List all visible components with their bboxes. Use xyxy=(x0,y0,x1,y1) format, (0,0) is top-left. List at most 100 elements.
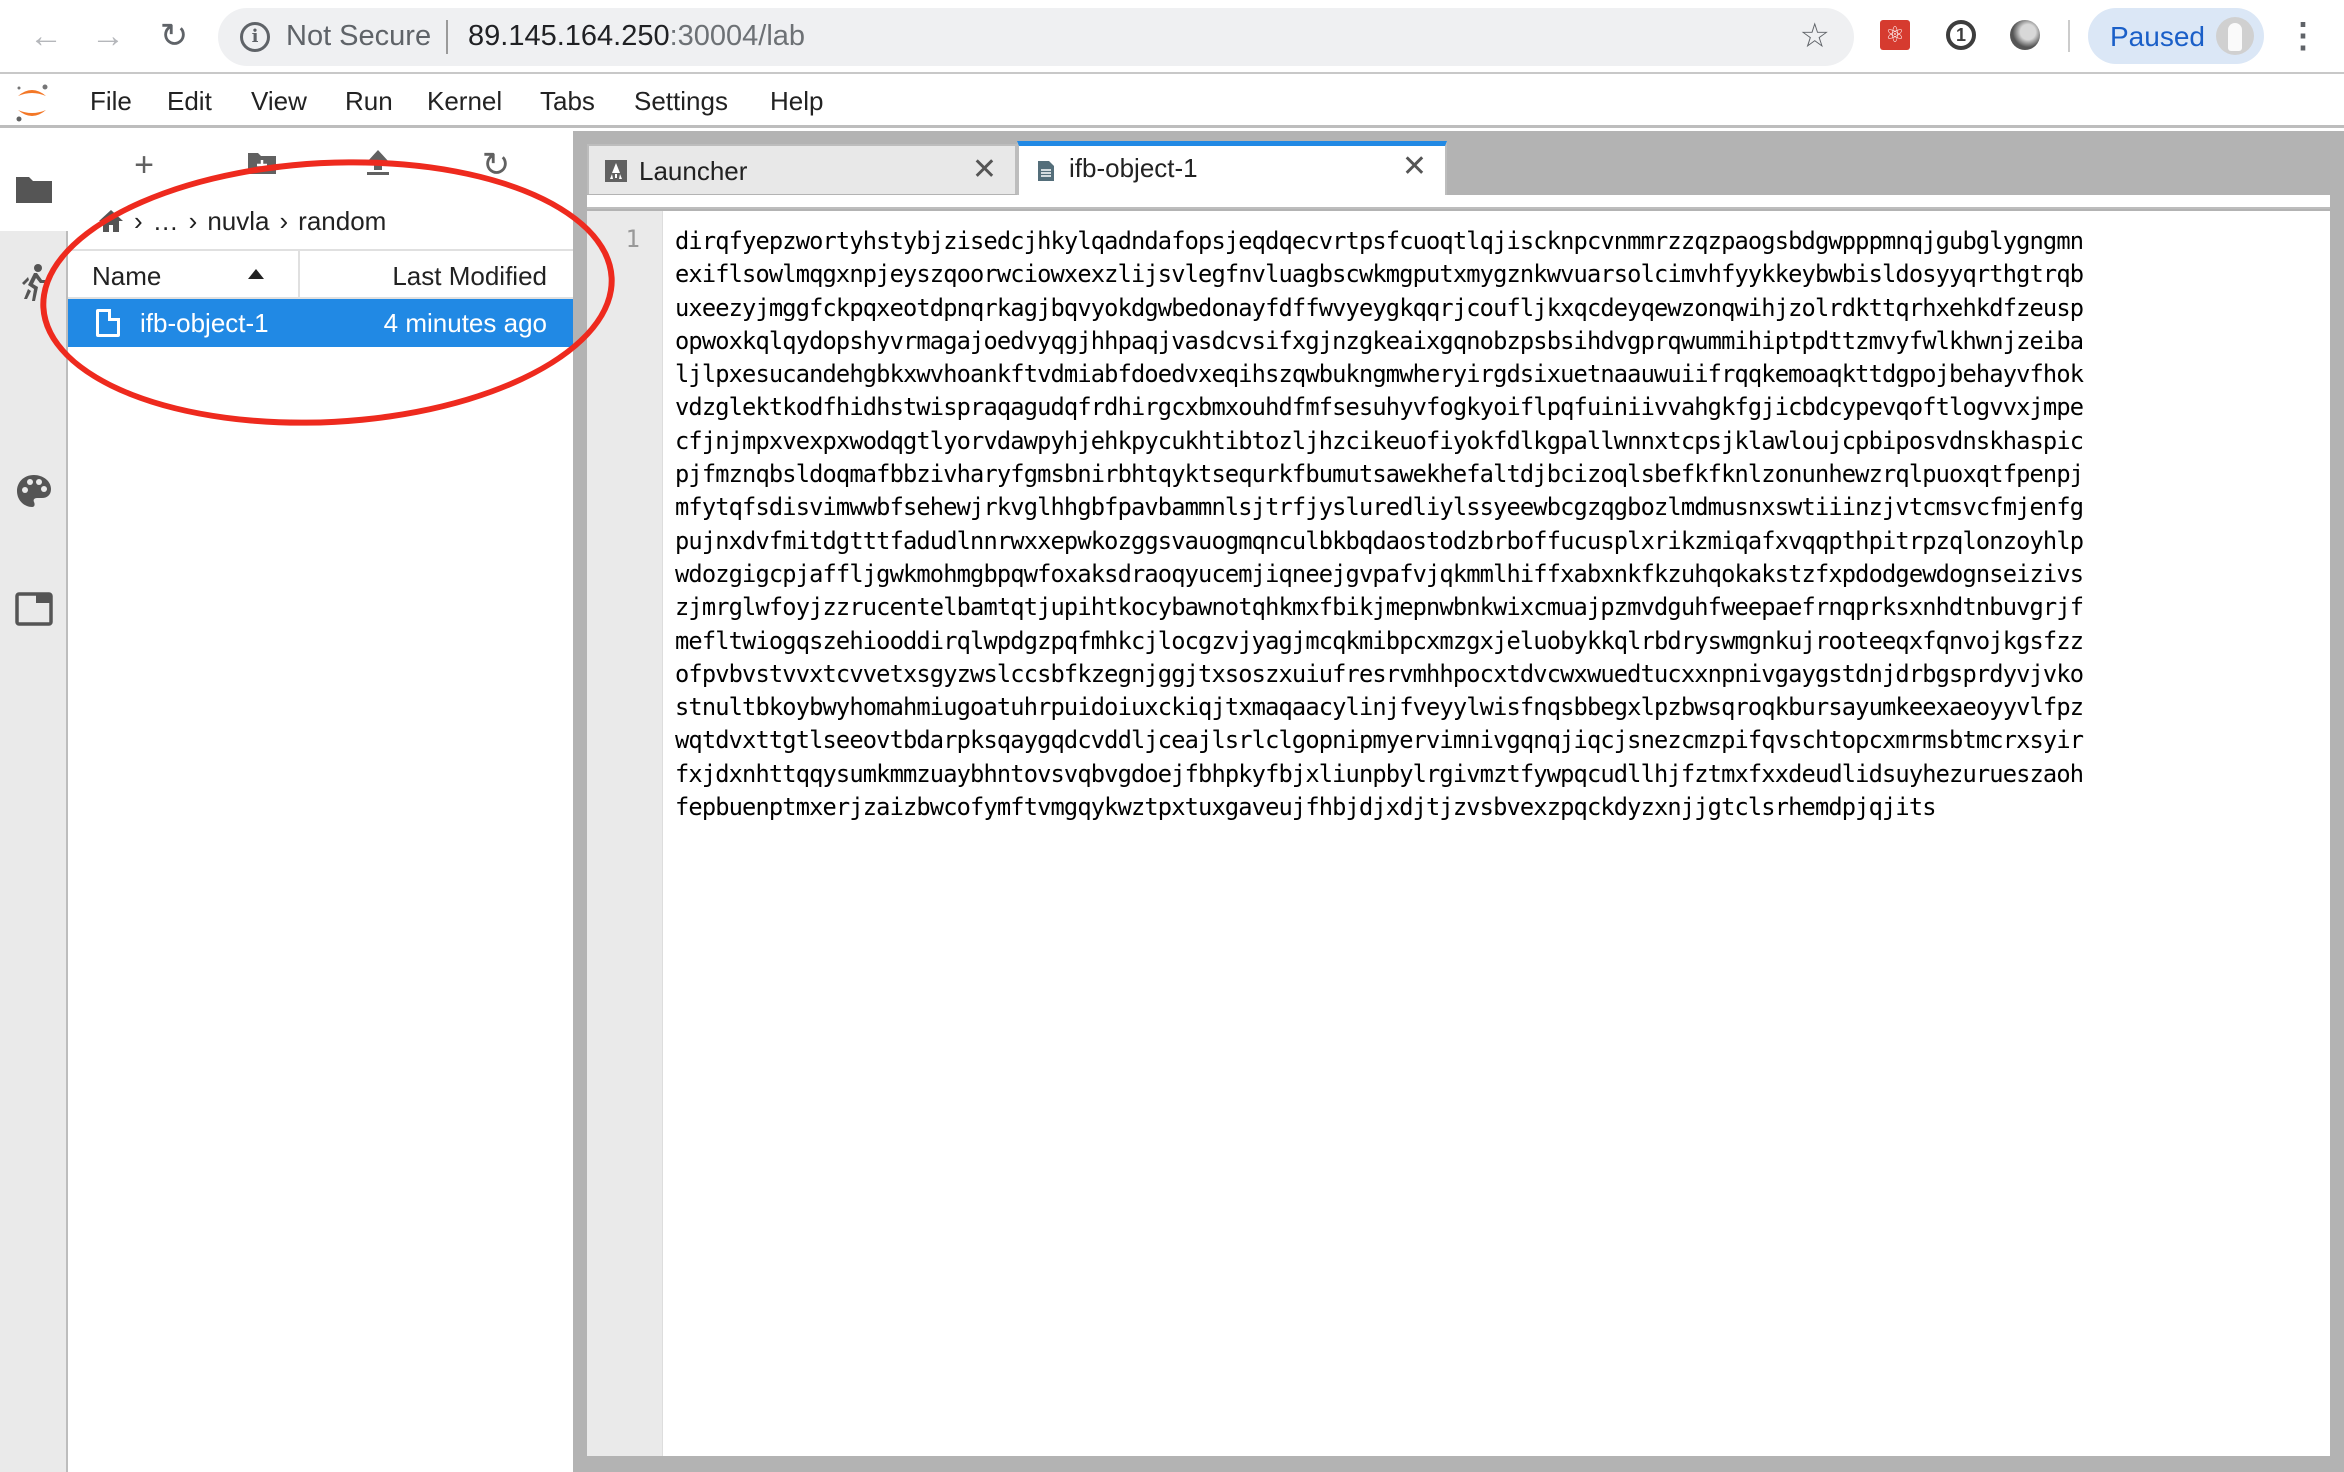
refresh-icon: ↻ xyxy=(481,146,511,184)
menu-bar: File Edit View Run Kernel Tabs Settings … xyxy=(0,76,2344,128)
sort-ascending-icon[interactable] xyxy=(248,269,264,279)
security-label: Not Secure xyxy=(286,20,432,52)
file-browser: + ↻ › … › nuvla › random Name Last Modif… xyxy=(68,131,573,1472)
bookmark-star-icon[interactable]: ☆ xyxy=(1800,16,1830,56)
menu-help[interactable]: Help xyxy=(770,86,823,117)
tab-label: Launcher xyxy=(639,156,748,186)
plus-icon: + xyxy=(134,146,154,184)
code-line: pujnxdvfmitdgtttfadudlnnrwxxepwkozggsvau… xyxy=(675,526,2084,555)
code-line: fxjdxnhttqqysumkmmzuaybhntovsvqbvgdoejfb… xyxy=(675,759,2084,788)
menu-edit[interactable]: Edit xyxy=(167,86,212,117)
text-file-icon xyxy=(1038,161,1054,181)
file-list-item[interactable]: ifb-object-1 4 minutes ago xyxy=(68,299,573,347)
browser-toolbar: ← → ↻ i Not Secure 89.145.164.250:30004/… xyxy=(0,0,2344,74)
url-path: :30004/lab xyxy=(669,20,806,52)
file-icon xyxy=(96,309,120,337)
reload-icon: ↻ xyxy=(159,17,189,55)
code-line: fepbuenptmxerjzaizbwcofymftvmgqykwztpxtu… xyxy=(675,793,1937,822)
sidebar-tab-running[interactable] xyxy=(0,231,68,331)
file-name: ifb-object-1 xyxy=(140,308,269,338)
launcher-icon xyxy=(605,160,627,182)
code-line: uxeezyjmggfckpqxeotdpnqrkagjbqvyokdgwbed… xyxy=(675,293,2084,322)
breadcrumb-separator: › xyxy=(188,205,198,236)
breadcrumb: › … › nuvla › random xyxy=(98,201,386,241)
column-header-name[interactable]: Name xyxy=(92,261,161,292)
code-line: wqtdvxttgtlseeovtbdarpksqaygqdcvddljceaj… xyxy=(675,726,2084,755)
new-folder-icon xyxy=(248,153,276,174)
menu-settings[interactable]: Settings xyxy=(634,86,728,117)
password-manager-extension-icon[interactable]: 1 xyxy=(1946,20,1976,50)
new-launcher-button[interactable]: + xyxy=(124,145,164,185)
column-divider[interactable] xyxy=(298,251,300,297)
code-line: mefltwiogqszehiooddirqlwpdgzpqfmhkcjlocg… xyxy=(675,626,2084,655)
folder-icon xyxy=(16,177,52,203)
reload-button[interactable]: ↻ xyxy=(152,14,196,58)
left-sidebar xyxy=(0,131,68,1472)
menu-file[interactable]: File xyxy=(90,86,132,117)
editor-toolbar xyxy=(587,195,2330,209)
tab-launcher[interactable]: Launcher ✕ xyxy=(587,144,1017,194)
address-separator xyxy=(446,20,448,54)
code-line: wdozgigcpjaffljgwkmohmgbpqwfoxaksdraoqyu… xyxy=(675,559,2084,588)
column-header-last-modified[interactable]: Last Modified xyxy=(392,261,547,292)
code-line: stnultbkoybwyhomahmiugoatuhrpuidoiuxckiq… xyxy=(675,693,2084,722)
breadcrumb-ellipsis[interactable]: … xyxy=(153,206,179,237)
arrow-right-icon: → xyxy=(91,17,125,55)
url-text[interactable]: 89.145.164.250:30004/lab xyxy=(468,20,805,53)
tab-label: ifb-object-1 xyxy=(1069,153,1198,183)
forward-button[interactable]: → xyxy=(86,14,130,58)
menu-tabs[interactable]: Tabs xyxy=(540,86,595,117)
browser-menu-icon[interactable]: ⋮ xyxy=(2286,14,2320,58)
running-icon xyxy=(22,264,46,301)
url-host: 89.145.164.250 xyxy=(468,20,670,52)
info-icon[interactable]: i xyxy=(240,22,270,52)
code-line: pjfmznqbsldoqmafbbzivharyfgmsbnirbhtqykt… xyxy=(675,460,2084,489)
close-icon[interactable]: ✕ xyxy=(1402,149,1427,184)
upload-button[interactable] xyxy=(358,145,398,185)
profile-status: Paused xyxy=(2110,21,2205,52)
sidebar-tab-open-tabs[interactable] xyxy=(0,571,68,651)
file-last-modified: 4 minutes ago xyxy=(383,308,547,338)
code-line: mfytqfsdisvimwwbfsehewjrkvglhhgbfpavbamm… xyxy=(675,493,2084,522)
breadcrumb-separator: › xyxy=(134,205,143,236)
menu-kernel[interactable]: Kernel xyxy=(427,86,502,117)
new-folder-button[interactable] xyxy=(242,145,282,185)
text-editor[interactable]: 1 dirqfyepzwortyhstybjzisedcjhkylqadndaf… xyxy=(587,211,2330,1456)
code-line: cfjnjmpxvexpxwodqgtlyorvdawpyhjehkpycukh… xyxy=(675,426,2084,455)
menu-run[interactable]: Run xyxy=(345,86,393,117)
code-line: vdzglektkodfhidhstwispraqagudqfrdhirgcxb… xyxy=(675,393,2084,422)
breadcrumb-item-nuvla[interactable]: nuvla xyxy=(207,206,269,237)
menu-view[interactable]: View xyxy=(251,86,307,117)
circle-extension-icon[interactable] xyxy=(2010,20,2040,50)
code-line: opwoxkqlqydopshyvrmagajoedvyqgjhhpaqjvas… xyxy=(675,326,2084,355)
tab-ifb-object-1[interactable]: ifb-object-1 ✕ xyxy=(1017,141,1447,197)
code-line: ljlpxesucandehgbkxwvhoankftvdmiabfdoedvx… xyxy=(675,360,2084,389)
main-dock-panel: Launcher ✕ ifb-object-1 ✕ 1 dirqfyepzwor… xyxy=(573,131,2344,1472)
code-content[interactable]: dirqfyepzwortyhstybjzisedcjhkylqadndafop… xyxy=(675,225,2325,824)
code-line: ofpvbvstvvxtcvvetxsgyzwslccsbfkzegnjggjt… xyxy=(675,659,2084,688)
profile-button[interactable]: Paused xyxy=(2088,8,2264,64)
upload-icon xyxy=(367,150,389,175)
home-icon[interactable] xyxy=(98,209,124,233)
sidebar-tab-themes[interactable] xyxy=(0,461,68,541)
line-number: 1 xyxy=(625,225,640,253)
palette-icon xyxy=(17,475,51,507)
react-devtools-extension-icon[interactable]: ⚛ xyxy=(1880,20,1910,50)
code-line: zjmrglwfoyjzzrucentelbamtqtjupihtkocybaw… xyxy=(675,593,2084,622)
file-list-header: Name Last Modified xyxy=(68,249,573,299)
toolbar-divider xyxy=(2068,20,2070,52)
sidebar-tab-filebrowser[interactable] xyxy=(0,131,68,231)
avatar xyxy=(2216,17,2254,55)
jupyter-logo-icon xyxy=(16,84,48,122)
back-button[interactable]: ← xyxy=(24,14,68,58)
breadcrumb-item-random[interactable]: random xyxy=(298,206,386,237)
breadcrumb-separator: › xyxy=(279,205,289,236)
close-icon[interactable]: ✕ xyxy=(972,152,997,187)
line-number-gutter: 1 xyxy=(587,211,663,1456)
code-line: dirqfyepzwortyhstybjzisedcjhkylqadndafop… xyxy=(675,227,2084,255)
refresh-button[interactable]: ↻ xyxy=(476,145,516,185)
arrow-left-icon: ← xyxy=(29,17,63,55)
tabs-icon xyxy=(15,592,53,626)
address-bar[interactable]: i Not Secure 89.145.164.250:30004/lab ☆ xyxy=(218,8,1854,66)
code-line: exiflsowlmqgxnpjeyszqoorwciowxexzlijsvle… xyxy=(675,260,2084,289)
